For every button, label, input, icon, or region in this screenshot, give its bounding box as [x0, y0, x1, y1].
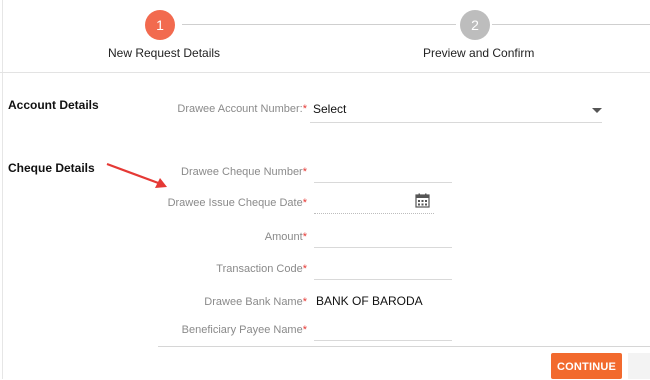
required-mark: * — [302, 103, 307, 115]
issue-date-input[interactable] — [314, 191, 434, 214]
bank-name-label: Drawee Bank Name* — [204, 296, 307, 308]
issue-date-label: Drawee Issue Cheque Date* — [168, 197, 307, 209]
form-divider — [158, 346, 650, 347]
annotation-arrow-icon — [106, 162, 167, 188]
step-2-label: Preview and Confirm — [423, 46, 535, 60]
required-mark: * — [302, 296, 307, 308]
drawee-account-selected: Select — [313, 102, 347, 116]
transaction-code-label: Transaction Code* — [216, 263, 307, 275]
amount-label: Amount* — [265, 231, 307, 243]
required-mark: * — [302, 197, 307, 209]
step-1-label: New Request Details — [108, 46, 221, 60]
calendar-icon[interactable] — [415, 193, 430, 208]
progress-stepper: 1 New Request Details 2 Preview and Conf… — [0, 0, 650, 73]
step-1-circle[interactable]: 1 — [145, 10, 175, 40]
payee-name-input[interactable] — [314, 318, 452, 341]
drawee-account-label: Drawee Account Number:* — [177, 103, 307, 115]
required-mark: * — [302, 231, 307, 243]
bank-name-label-text: Drawee Bank Name — [204, 296, 303, 308]
scroll-edge — [628, 353, 650, 379]
payee-name-label: Beneficiary Payee Name* — [182, 324, 307, 336]
account-details-heading: Account Details — [8, 98, 99, 112]
required-mark: * — [302, 166, 307, 178]
bank-name-input[interactable]: BANK OF BARODA — [314, 290, 452, 312]
cheque-number-label: Drawee Cheque Number* — [181, 166, 307, 178]
cheque-number-input[interactable] — [314, 160, 452, 183]
issue-date-label-text: Drawee Issue Cheque Date — [167, 197, 303, 209]
step-2-circle[interactable]: 2 — [460, 10, 490, 40]
transaction-code-label-text: Transaction Code — [216, 263, 303, 275]
drawee-account-label-text: Drawee Account Number: — [177, 103, 303, 115]
drawee-account-select[interactable]: Select — [310, 100, 602, 123]
cheque-number-label-text: Drawee Cheque Number — [181, 166, 303, 178]
bank-name-value: BANK OF BARODA — [316, 294, 423, 308]
chevron-down-icon[interactable] — [592, 108, 602, 113]
cheque-details-heading: Cheque Details — [8, 161, 95, 175]
amount-input[interactable] — [314, 225, 452, 248]
step-connector — [182, 24, 456, 25]
required-mark: * — [302, 263, 307, 275]
payee-name-label-text: Beneficiary Payee Name — [181, 324, 303, 336]
transaction-code-input[interactable] — [314, 257, 452, 280]
amount-label-text: Amount — [264, 231, 303, 243]
required-mark: * — [302, 324, 307, 336]
continue-button[interactable]: CONTINUE — [551, 353, 622, 379]
step-connector — [492, 24, 650, 25]
